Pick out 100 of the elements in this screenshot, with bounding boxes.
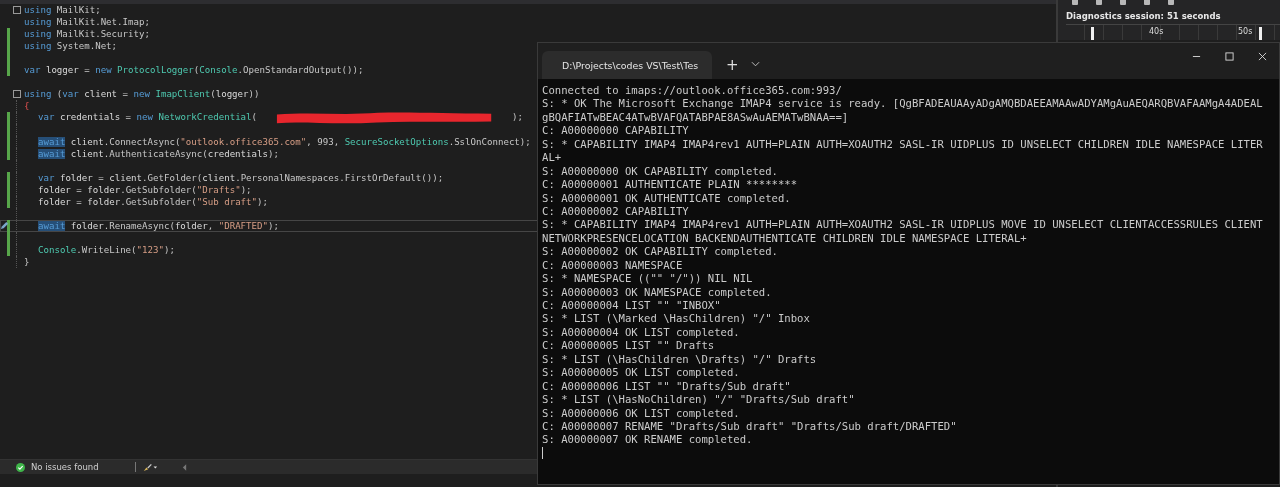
- code-token: }: [24, 257, 30, 267]
- code-token: =: [124, 112, 133, 124]
- code-token: );: [267, 149, 279, 159]
- console-line: C: A00000001 AUTHENTICATE PLAIN ********: [542, 178, 799, 192]
- new-tab-button[interactable]: +: [718, 51, 747, 79]
- console-line: C: A00000003 NAMESPACE: [542, 258, 684, 273]
- console-line: S: * LIST (\HasNoChildren) "/" "Drafts/Sub draft": [542, 393, 856, 407]
- console-line: S: A00000000 OK CAPABILITY completed.: [542, 164, 779, 179]
- text-cursor: [542, 446, 543, 459]
- code-token: "123": [136, 245, 164, 255]
- code-token: Console: [38, 245, 77, 255]
- code-token: );: [163, 245, 175, 255]
- console-line: AL+: [542, 151, 563, 165]
- code-token: folder: [38, 197, 71, 207]
- code-token: =: [97, 173, 105, 183]
- console-line: S: * CAPABILITY IMAP4 IMAP4rev1 AUTH=PLAIN AUTH=XOAUTH2 SASL-IR UIDPLUS MOVE ID UNSELECT CLIENTACCESSRULES CLIENT: [542, 218, 1264, 232]
- console-line: Connected to imaps://outlook.office365.com:993/: [542, 84, 843, 98]
- console-line: S: A00000004 OK LIST completed.: [542, 325, 741, 340]
- code-token: using: [24, 41, 52, 51]
- dropdown-icon[interactable]: [750, 61, 760, 67]
- code-token: ,: [207, 221, 215, 231]
- tick-label: 40s: [1149, 26, 1164, 36]
- code-token: .AuthenticateAsync(: [103, 149, 208, 159]
- console-line: C: A00000006 LIST "" "Drafts/Sub draft": [542, 379, 792, 394]
- code-token: using: [24, 5, 52, 15]
- console-line: S: A00000006 OK LIST completed.: [542, 406, 741, 420]
- console-line: S: * LIST (\Marked \HasChildren) "/" Inbox: [542, 312, 811, 326]
- code-token: .ConnectAsync(: [103, 137, 181, 147]
- code-token: folder: [69, 221, 104, 231]
- console-line: S: A00000007 OK RENAME completed.: [542, 433, 754, 447]
- code-token: =: [75, 185, 83, 195]
- code-token: (: [251, 112, 258, 124]
- console-line: C: A00000000 CAPABILITY: [542, 124, 690, 138]
- code-token: MailKit.Security;: [55, 29, 150, 39]
- console-line: C: A00000007 RENAME "Drafts/Sub draft" "Drafts/Sub draft/DRAFTED": [542, 419, 958, 434]
- issues-status[interactable]: No issues found: [31, 462, 99, 472]
- code-token: .GetSubfolder(: [120, 197, 197, 207]
- highlighted-keyword: await: [38, 137, 66, 147]
- code-token: "Drafts": [196, 185, 241, 195]
- code-token: =: [121, 89, 130, 99]
- code-token: .OpenStandardOutput());: [237, 65, 364, 75]
- terminal-tab[interactable]: D:\Projects\codes VS\Test\Tes: [542, 51, 712, 79]
- code-token: );: [512, 112, 523, 124]
- code-token: System.Net;: [55, 41, 118, 51]
- console-line: S: A00000001 OK AUTHENTICATE completed.: [542, 191, 792, 205]
- code-token: "Sub draft": [196, 197, 258, 207]
- code-token: using: [24, 29, 52, 39]
- code-token: credentials: [58, 112, 121, 124]
- code-token: (: [55, 89, 63, 99]
- code-token: (: [210, 89, 216, 99]
- console-line: C: A00000002 CAPABILITY: [542, 204, 690, 219]
- console-line: gBQAFIATwBEAC4ATwBVAFQATABPAE8ASwAuAEMATwBNAA==]: [542, 110, 850, 125]
- code-token: var: [38, 112, 55, 124]
- console-line: C: A00000004 LIST "" "INBOX": [542, 299, 722, 313]
- code-token: folder: [38, 185, 71, 195]
- console-line: S: * OK The Microsoft Exchange IMAP4 service is ready. [QgBFADEAUAAyADgAMQBDAEEAMAAwADYAMgAuAEQARQBVAFAAMgA4ADEAL: [542, 97, 1264, 111]
- code-token: var: [24, 65, 41, 75]
- collapse-icon[interactable]: [13, 90, 21, 98]
- code-token: SecureSocketOptions: [344, 137, 449, 147]
- highlighted-keyword: await: [38, 221, 66, 231]
- close-icon[interactable]: [1258, 52, 1267, 61]
- brush-dropdown-icon[interactable]: [141, 462, 158, 472]
- code-token: .RenameAsync(: [103, 221, 175, 231]
- code-token: folder: [87, 197, 121, 207]
- collapse-icon[interactable]: [13, 6, 21, 14]
- code-token: Console: [199, 65, 238, 75]
- code-token: folder: [174, 221, 208, 231]
- range-handle[interactable]: [1259, 26, 1262, 40]
- code-token: .GetFolder(: [142, 173, 203, 183]
- check-circle-icon: [16, 462, 25, 472]
- code-token: =: [83, 65, 91, 75]
- code-token: NetworkCredential: [157, 112, 252, 124]
- code-token: );: [268, 221, 279, 231]
- code-token: using: [24, 89, 52, 99]
- maximize-icon[interactable]: [1225, 52, 1234, 61]
- console-line: S: * CAPABILITY IMAP4 IMAP4rev1 AUTH=PLAIN AUTH=XOAUTH2 SASL-IR UIDPLUS ID UNSELECT CHILDREN IDLE NAMESPACE LITER: [542, 137, 1264, 152]
- code-token: .PersonalNamespaces.FirstOrDefault());: [235, 173, 444, 183]
- code-token: );: [257, 197, 268, 207]
- code-token: ImapClient: [154, 89, 211, 99]
- tab-title: D:\Projects\codes VS\Test\Tes: [562, 59, 699, 71]
- range-handle[interactable]: [1091, 26, 1094, 40]
- code-token: =: [75, 197, 83, 207]
- code-token: new: [95, 65, 112, 75]
- console-line: C: A00000005 LIST "" Drafts: [542, 339, 716, 353]
- code-token: .SslOnConnect);: [448, 137, 531, 147]
- code-token: client: [83, 89, 118, 99]
- code-token: .GetSubfolder(: [120, 185, 197, 195]
- highlighted-keyword: await: [38, 149, 66, 159]
- code-token: "outlook.office365.com": [180, 137, 307, 147]
- timeline-ruler[interactable]: 40s 50s: [1066, 23, 1280, 40]
- code-token: using: [24, 17, 52, 27]
- code-token: , 993,: [306, 137, 341, 147]
- scroll-left-icon[interactable]: [181, 463, 187, 471]
- pencil-icon[interactable]: [0, 221, 9, 230]
- code-token: var: [38, 173, 55, 183]
- console-line: S: * LIST (\HasChildren \Drafts) "/" Drafts: [542, 352, 818, 367]
- console-line: S: A00000003 OK NAMESPACE completed.: [542, 285, 773, 299]
- code-token: client: [69, 137, 104, 147]
- console-line: NETWORKPRESENCELOCATION BACKENDAUTHENTICATE CHILDREN IDLE NAMESPACE LITERAL+: [542, 231, 1028, 246]
- brace-symbol: {: [24, 101, 30, 111]
